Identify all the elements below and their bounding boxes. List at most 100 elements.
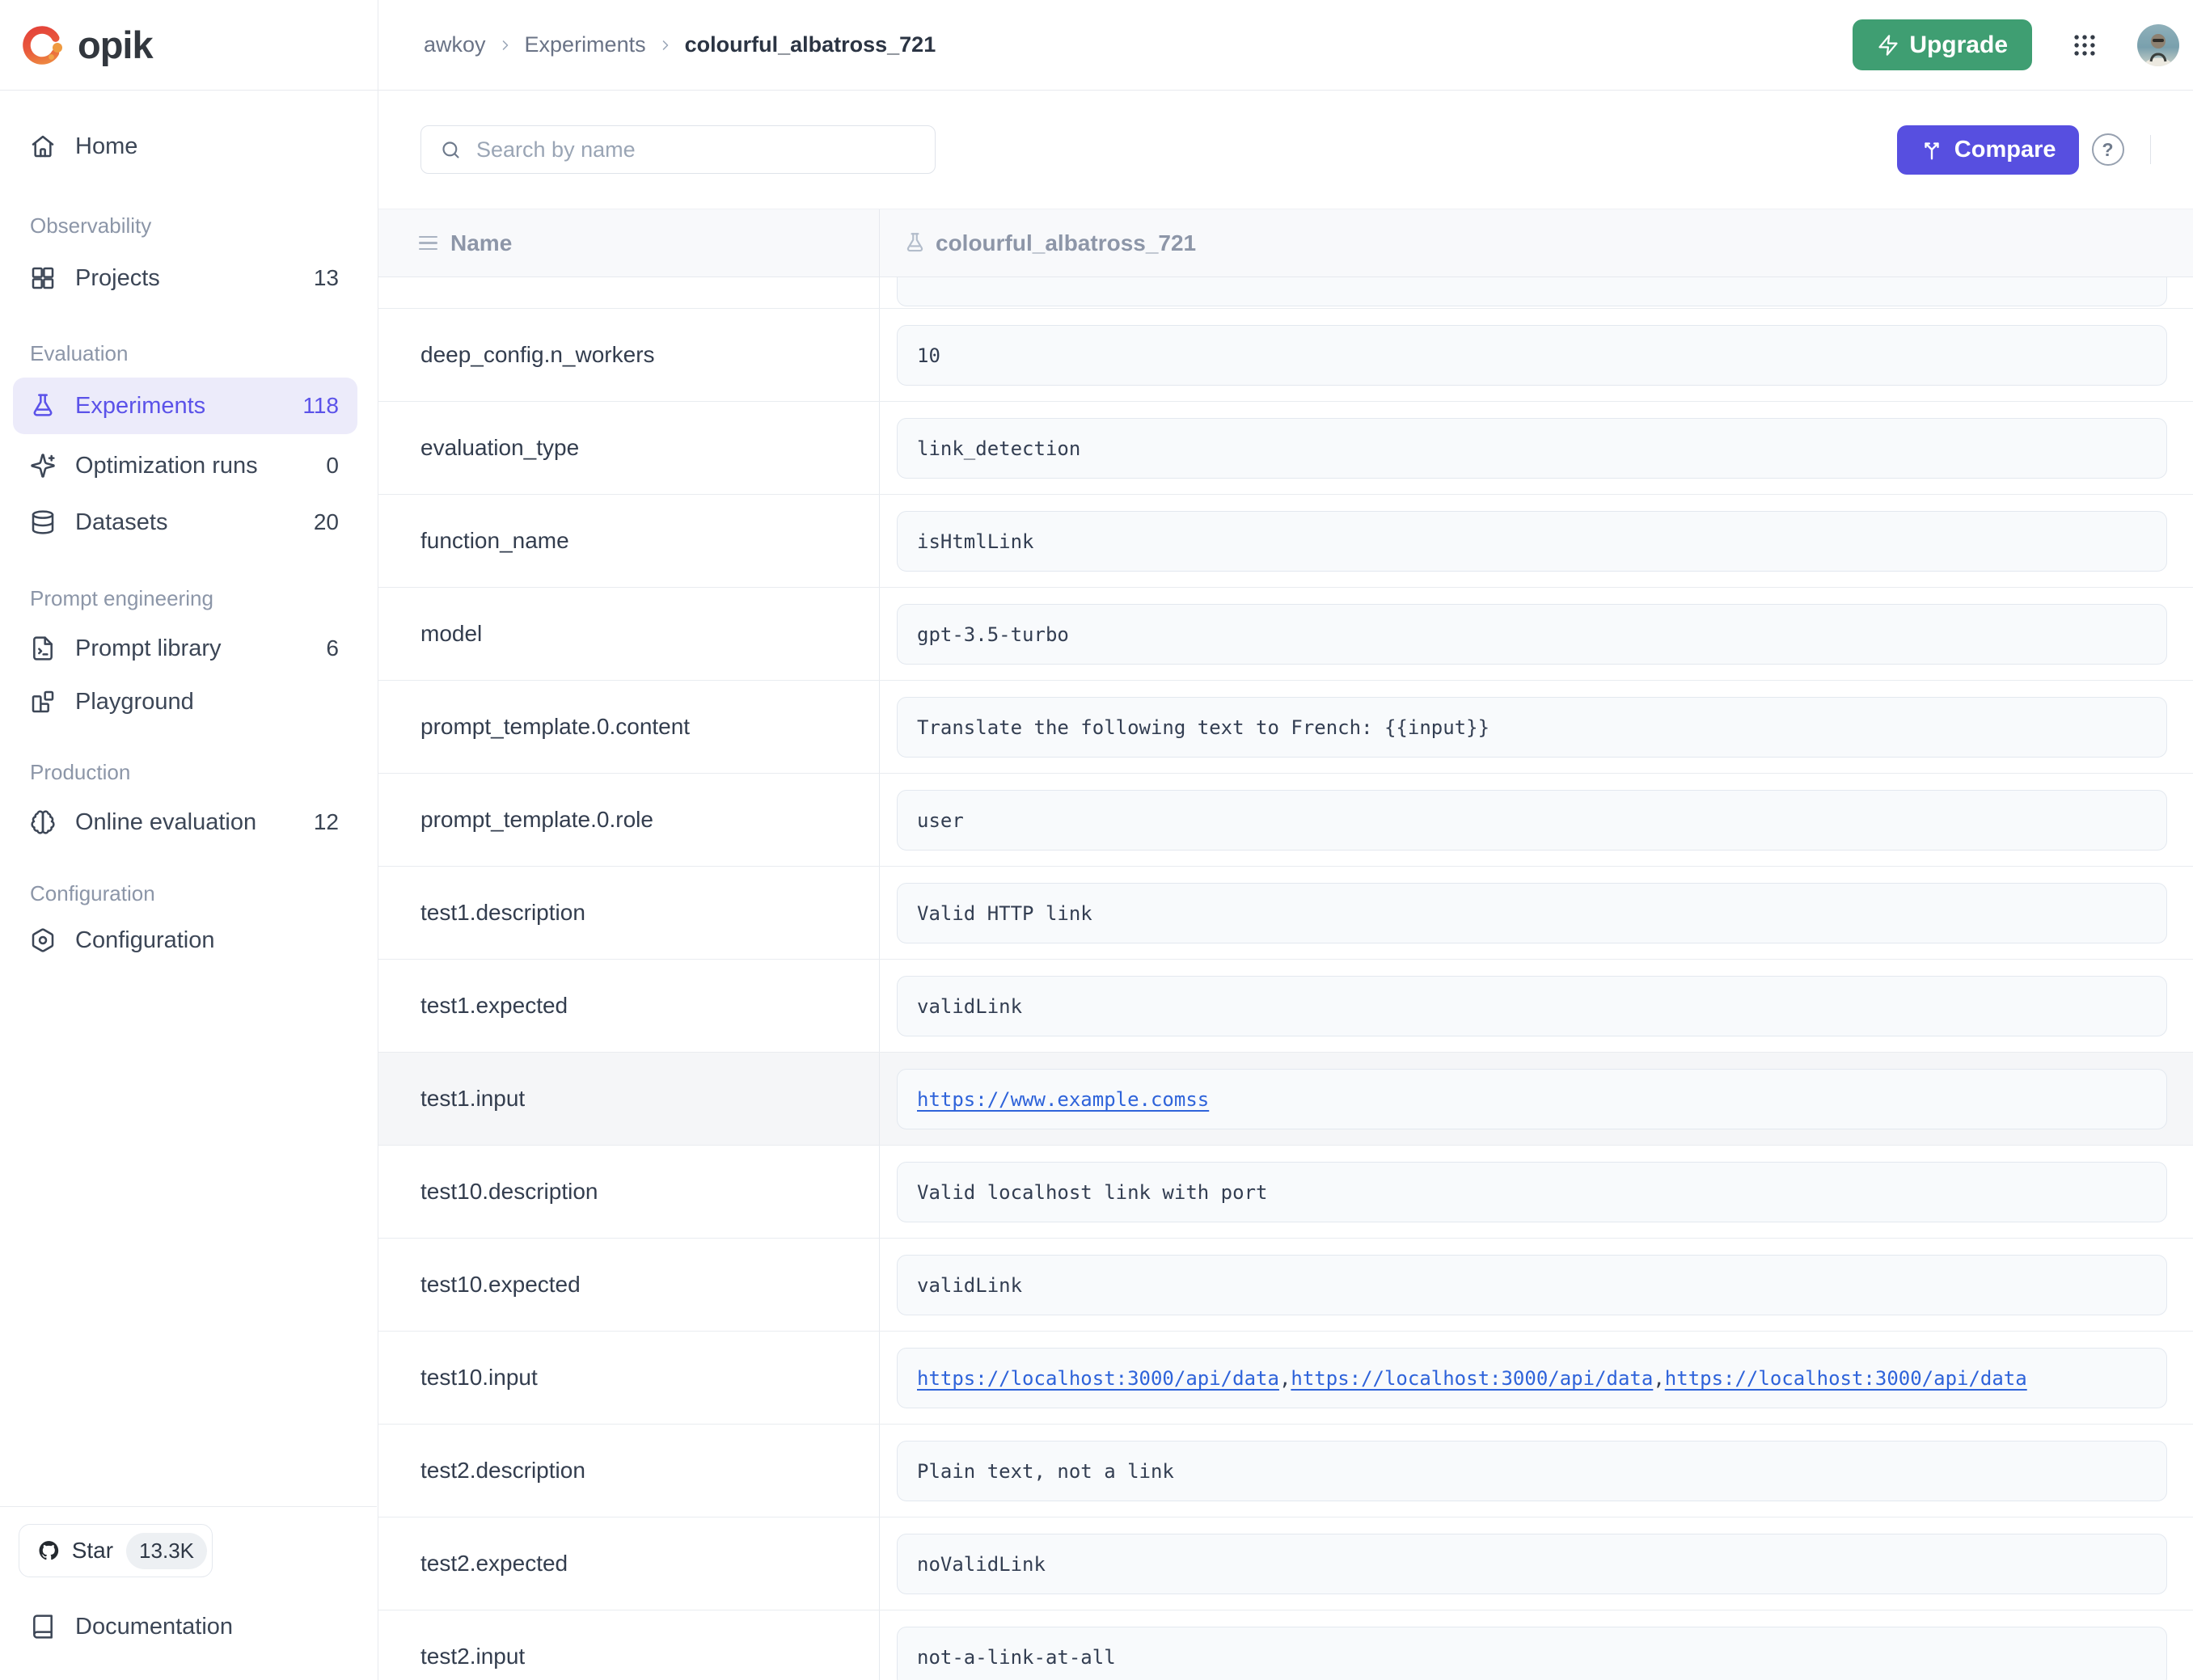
sidebar-item-label: Configuration <box>75 927 215 954</box>
chevron-right-icon <box>657 37 674 53</box>
sidebar-section-observability: Observability <box>30 212 151 239</box>
row-name <box>378 277 880 308</box>
row-name: test1.description <box>378 867 880 959</box>
row-value-cell: https://www.example.comss <box>880 1053 2193 1145</box>
row-name: prompt_template.0.content <box>378 681 880 773</box>
compare-label: Compare <box>1954 137 2056 163</box>
value-box[interactable]: gpt-3.5-turbo <box>897 604 2167 665</box>
apps-grid-icon[interactable] <box>2071 32 2098 59</box>
value-text: validLink <box>917 1274 1022 1297</box>
sidebar-item-count: 13 <box>314 265 339 291</box>
table-row: test1.inputhttps://www.example.comss <box>378 1053 2193 1146</box>
sidebar-item-datasets[interactable]: Datasets 20 <box>13 497 357 547</box>
value-text: , <box>1279 1367 1291 1390</box>
table-header: Name colourful_albatross_721 <box>378 209 2193 277</box>
lightning-bolt-icon <box>1877 34 1899 57</box>
sidebar-item-label: Optimization runs <box>75 453 258 479</box>
row-value-cell: not-a-link-at-all <box>880 1610 2193 1680</box>
sidebar: opik Home Observability Projects 13 Eval… <box>0 0 378 1680</box>
sidebar-item-optimization-runs[interactable]: Optimization runs 0 <box>13 441 357 491</box>
database-icon <box>30 509 56 535</box>
row-name: test2.description <box>378 1425 880 1517</box>
home-icon <box>30 133 56 159</box>
value-box[interactable]: isHtmlLink <box>897 511 2167 572</box>
value-box[interactable]: validLink <box>897 1255 2167 1315</box>
chevron-right-icon <box>497 37 513 53</box>
row-value-cell: Valid localhost link with port <box>880 1146 2193 1238</box>
value-box[interactable]: Valid HTTP link <box>897 883 2167 943</box>
value-box[interactable]: user <box>897 790 2167 851</box>
column-header-name[interactable]: Name <box>378 209 880 276</box>
table-row: modelgpt-3.5-turbo <box>378 588 2193 681</box>
sidebar-item-count: 12 <box>314 809 339 835</box>
row-value-cell <box>880 277 2193 308</box>
value-link[interactable]: https://www.example.comss <box>917 1088 1209 1111</box>
sidebar-item-label: Projects <box>75 265 160 292</box>
row-name: test2.input <box>378 1610 880 1680</box>
sidebar-item-configuration[interactable]: Configuration <box>13 915 357 965</box>
sidebar-item-online-evaluation[interactable]: Online evaluation 12 <box>13 797 357 847</box>
value-text: Valid HTTP link <box>917 902 1092 925</box>
search-input[interactable] <box>475 137 923 163</box>
breadcrumb-experiments[interactable]: Experiments <box>525 32 646 57</box>
sidebar-item-label: Documentation <box>75 1614 233 1640</box>
sidebar-item-label: Prompt library <box>75 635 222 662</box>
toolbar-divider <box>2150 135 2152 164</box>
value-link[interactable]: https://localhost:3000/api/data <box>1665 1367 2027 1390</box>
value-box[interactable]: 10 <box>897 325 2167 386</box>
value-text: 10 <box>917 344 940 367</box>
user-avatar[interactable] <box>2137 24 2179 66</box>
help-icon[interactable]: ? <box>2092 133 2124 166</box>
sidebar-item-projects[interactable]: Projects 13 <box>13 253 357 303</box>
sidebar-item-label: Playground <box>75 689 194 715</box>
value-box[interactable]: not-a-link-at-all <box>897 1627 2167 1680</box>
sidebar-item-count: 20 <box>314 509 339 535</box>
github-star-button[interactable]: Star 13.3K <box>19 1524 213 1577</box>
upgrade-button[interactable]: Upgrade <box>1853 19 2032 70</box>
brain-icon <box>30 809 56 835</box>
table-row: test2.description Plain text, not a link <box>378 1425 2193 1517</box>
row-value-cell: validLink <box>880 1239 2193 1331</box>
table-row: test1.description Valid HTTP link <box>378 867 2193 960</box>
value-box[interactable]: Translate the following text to French: … <box>897 697 2167 758</box>
value-box[interactable]: https://www.example.comss <box>897 1069 2167 1129</box>
value-box[interactable]: https://localhost:3000/api/data, https:/… <box>897 1348 2167 1408</box>
row-name: function_name <box>378 495 880 587</box>
compare-button[interactable]: Compare <box>1897 125 2079 175</box>
row-value-cell: 10 <box>880 309 2193 401</box>
value-link[interactable]: https://localhost:3000/api/data <box>1291 1367 1653 1390</box>
value-link[interactable]: https://localhost:3000/api/data <box>917 1367 1279 1390</box>
value-text: , <box>1653 1367 1664 1390</box>
value-text: gpt-3.5-turbo <box>917 623 1069 646</box>
value-box[interactable] <box>897 277 2167 306</box>
value-box[interactable]: link_detection <box>897 418 2167 479</box>
experiment-toolbar: Compare ? <box>378 91 2193 209</box>
row-name: prompt_template.0.role <box>378 774 880 866</box>
table-row: evaluation_typelink_detection <box>378 402 2193 495</box>
sidebar-item-experiments[interactable]: Experiments 118 <box>13 378 357 434</box>
logo[interactable]: opik <box>0 0 378 91</box>
value-box[interactable]: validLink <box>897 976 2167 1036</box>
breadcrumb-workspace[interactable]: awkoy <box>424 32 486 57</box>
table-row: test2.expectednoValidLink <box>378 1517 2193 1610</box>
value-box[interactable]: Valid localhost link with port <box>897 1162 2167 1222</box>
sidebar-item-label: Home <box>75 133 137 160</box>
value-text: Valid localhost link with port <box>917 1181 1267 1204</box>
table-row: function_name isHtmlLink <box>378 495 2193 588</box>
sidebar-item-documentation[interactable]: Documentation <box>13 1602 357 1652</box>
sidebar-item-home[interactable]: Home <box>13 121 357 171</box>
column-header-experiment[interactable]: colourful_albatross_721 <box>880 209 2193 276</box>
value-box[interactable]: Plain text, not a link <box>897 1441 2167 1501</box>
table-row: test10.expectedvalidLink <box>378 1239 2193 1332</box>
sidebar-item-playground[interactable]: Playground <box>13 677 357 727</box>
sidebar-item-prompt-library[interactable]: Prompt library 6 <box>13 623 357 673</box>
search-icon <box>440 139 462 161</box>
sidebar-section-production: Production <box>30 758 130 786</box>
row-name: test10.input <box>378 1332 880 1424</box>
column-label: Name <box>450 230 512 256</box>
settings-hexagon-icon <box>30 927 56 953</box>
value-text: Plain text, not a link <box>917 1460 1174 1483</box>
row-value-cell: validLink <box>880 960 2193 1052</box>
value-text: link_detection <box>917 437 1080 460</box>
value-box[interactable]: noValidLink <box>897 1534 2167 1594</box>
